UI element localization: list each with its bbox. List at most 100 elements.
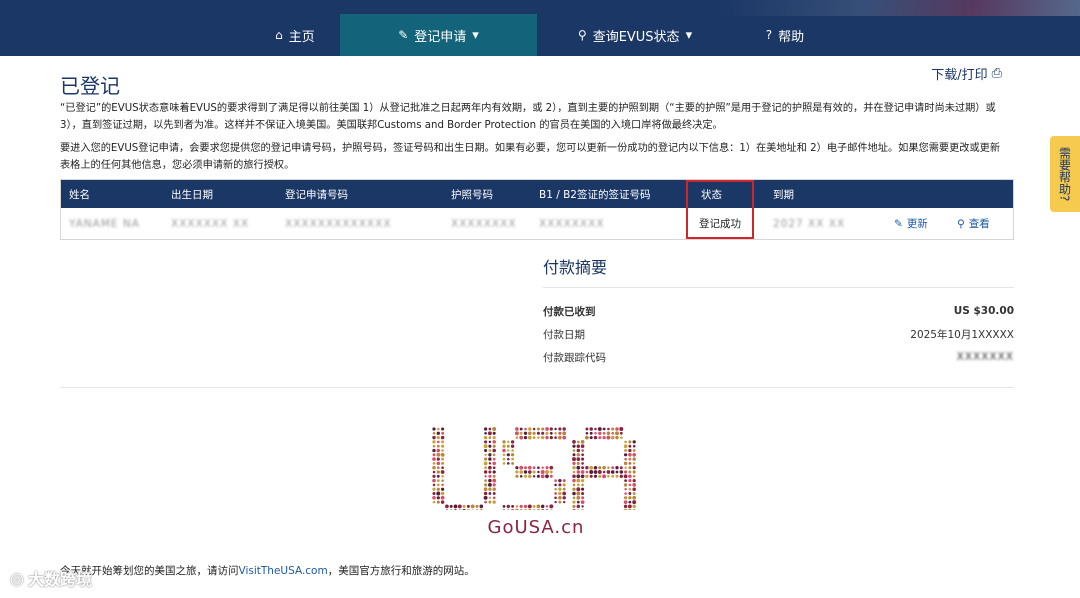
logo-dot bbox=[593, 435, 598, 440]
logo-dot bbox=[441, 444, 445, 448]
logo-dot bbox=[488, 478, 492, 483]
logo-dot bbox=[511, 505, 514, 508]
logo-dot bbox=[483, 435, 488, 440]
logo-dot bbox=[502, 440, 506, 444]
logo-dot bbox=[549, 509, 553, 510]
logo-dot bbox=[549, 470, 553, 474]
logo-dot bbox=[624, 448, 628, 453]
footer-text: 今天就开始筹划您的美国之旅，请访问VisitTheUSA.com，美国官方旅行和… bbox=[60, 563, 475, 578]
logo-dot bbox=[492, 470, 496, 474]
logo-dot bbox=[545, 466, 549, 470]
logo-dot bbox=[623, 504, 628, 509]
logo-dot bbox=[483, 487, 488, 492]
logo-dot bbox=[487, 482, 492, 487]
cell-passport: XXXXXXXX bbox=[451, 217, 517, 230]
nav-apply[interactable]: ✎ 登记申请 ▾ bbox=[340, 14, 537, 56]
logo-dot bbox=[488, 444, 492, 448]
logo-dot bbox=[510, 508, 515, 510]
logo-dot bbox=[580, 440, 585, 444]
watermark-logo-icon: ◎ bbox=[10, 568, 24, 588]
logo-dot bbox=[576, 457, 581, 461]
logo-dot bbox=[432, 453, 436, 457]
logo-dot bbox=[623, 461, 628, 466]
logo-dot bbox=[593, 474, 598, 478]
logo-dot bbox=[610, 470, 615, 474]
logo-dot bbox=[484, 457, 488, 461]
logo-dot bbox=[440, 500, 445, 504]
logo-dot bbox=[483, 461, 488, 466]
logo-dot bbox=[528, 508, 532, 510]
logo-dot bbox=[628, 440, 632, 444]
logo-dot bbox=[628, 496, 632, 500]
help-tab[interactable]: 需要帮助? bbox=[1050, 136, 1080, 212]
logo-dot bbox=[475, 504, 479, 508]
logo-dot bbox=[492, 492, 496, 495]
logo-dot bbox=[502, 505, 506, 508]
logo-dot bbox=[440, 491, 445, 496]
logo-dot bbox=[528, 474, 532, 479]
logo-dot bbox=[549, 474, 553, 478]
logo-dot bbox=[515, 436, 519, 439]
logo-dot bbox=[607, 466, 610, 469]
payment-tracking-value: XXXXXXX bbox=[956, 351, 1014, 363]
nav-help[interactable]: ? 帮助 bbox=[740, 14, 830, 56]
logo-dot bbox=[436, 487, 440, 491]
nav-check-status-label: 查询EVUS状态 bbox=[592, 29, 680, 45]
logo-dot bbox=[432, 432, 436, 435]
logo-dot bbox=[606, 431, 611, 436]
download-print-label: 下载/打印 bbox=[931, 68, 988, 83]
logo-dot bbox=[436, 496, 440, 500]
logo-dot bbox=[576, 461, 580, 465]
logo-dot bbox=[432, 440, 436, 444]
logo-dot bbox=[507, 509, 510, 510]
logo-dot bbox=[458, 509, 461, 510]
logo-dot bbox=[598, 431, 602, 436]
visit-the-usa-link[interactable]: VisitTheUSA.com bbox=[239, 565, 328, 577]
payment-received-row: 付款已收到 US $30.00 bbox=[543, 302, 1014, 320]
logo-dot bbox=[632, 449, 636, 452]
logo-dot bbox=[607, 427, 610, 431]
logo-dot bbox=[623, 508, 628, 510]
logo-dot bbox=[436, 457, 440, 461]
logo-dot bbox=[502, 444, 506, 448]
nav-home[interactable]: ⌂ 主页 bbox=[250, 14, 340, 56]
logo-dot bbox=[532, 504, 536, 508]
update-label: 更新 bbox=[906, 218, 928, 230]
logo-dot bbox=[581, 449, 584, 452]
cell-visa: XXXXXXXX bbox=[539, 217, 605, 230]
logo-dot bbox=[507, 449, 510, 452]
logo-dot bbox=[532, 509, 536, 510]
logo-dot bbox=[572, 496, 576, 500]
download-print-link[interactable]: 下载/打印 ⎙ bbox=[931, 64, 1002, 83]
view-button[interactable]: ⚲ 查看 bbox=[957, 208, 990, 239]
nav-home-label: 主页 bbox=[288, 29, 315, 45]
logo-dot bbox=[581, 509, 584, 510]
logo-dot bbox=[484, 500, 487, 504]
logo-dot bbox=[576, 474, 581, 479]
logo-dot bbox=[554, 500, 557, 504]
logo-dot bbox=[581, 466, 585, 470]
logo-dot bbox=[623, 500, 628, 504]
logo-dot bbox=[558, 483, 562, 487]
logo-dot bbox=[632, 457, 636, 461]
logo-dot bbox=[581, 505, 584, 508]
logo-dot bbox=[628, 500, 632, 504]
logo-dot bbox=[562, 500, 566, 504]
logo-dot bbox=[597, 427, 602, 431]
logo-dot bbox=[589, 470, 594, 474]
logo-dot bbox=[580, 478, 585, 483]
logo-dot bbox=[527, 435, 532, 440]
logo-dot bbox=[562, 427, 566, 431]
registration-table: 姓名 出生日期 登记申请号码 护照号码 B1 / B2签证的签证号码 状态 到期… bbox=[60, 179, 1014, 240]
logo-dot bbox=[580, 500, 585, 504]
nav-check-status[interactable]: ⚲ 查询EVUS状态 ▾ bbox=[560, 14, 710, 56]
logo-dot bbox=[488, 457, 492, 461]
logo-dot bbox=[623, 474, 628, 479]
logo-dot bbox=[519, 470, 524, 474]
logo-dot bbox=[523, 474, 528, 478]
chevron-down-icon: ▾ bbox=[472, 27, 479, 43]
logo-dot bbox=[519, 475, 523, 478]
update-button[interactable]: ✎ 更新 bbox=[894, 208, 928, 239]
search-icon: ⚲ bbox=[957, 217, 965, 230]
logo-dot bbox=[510, 444, 515, 448]
